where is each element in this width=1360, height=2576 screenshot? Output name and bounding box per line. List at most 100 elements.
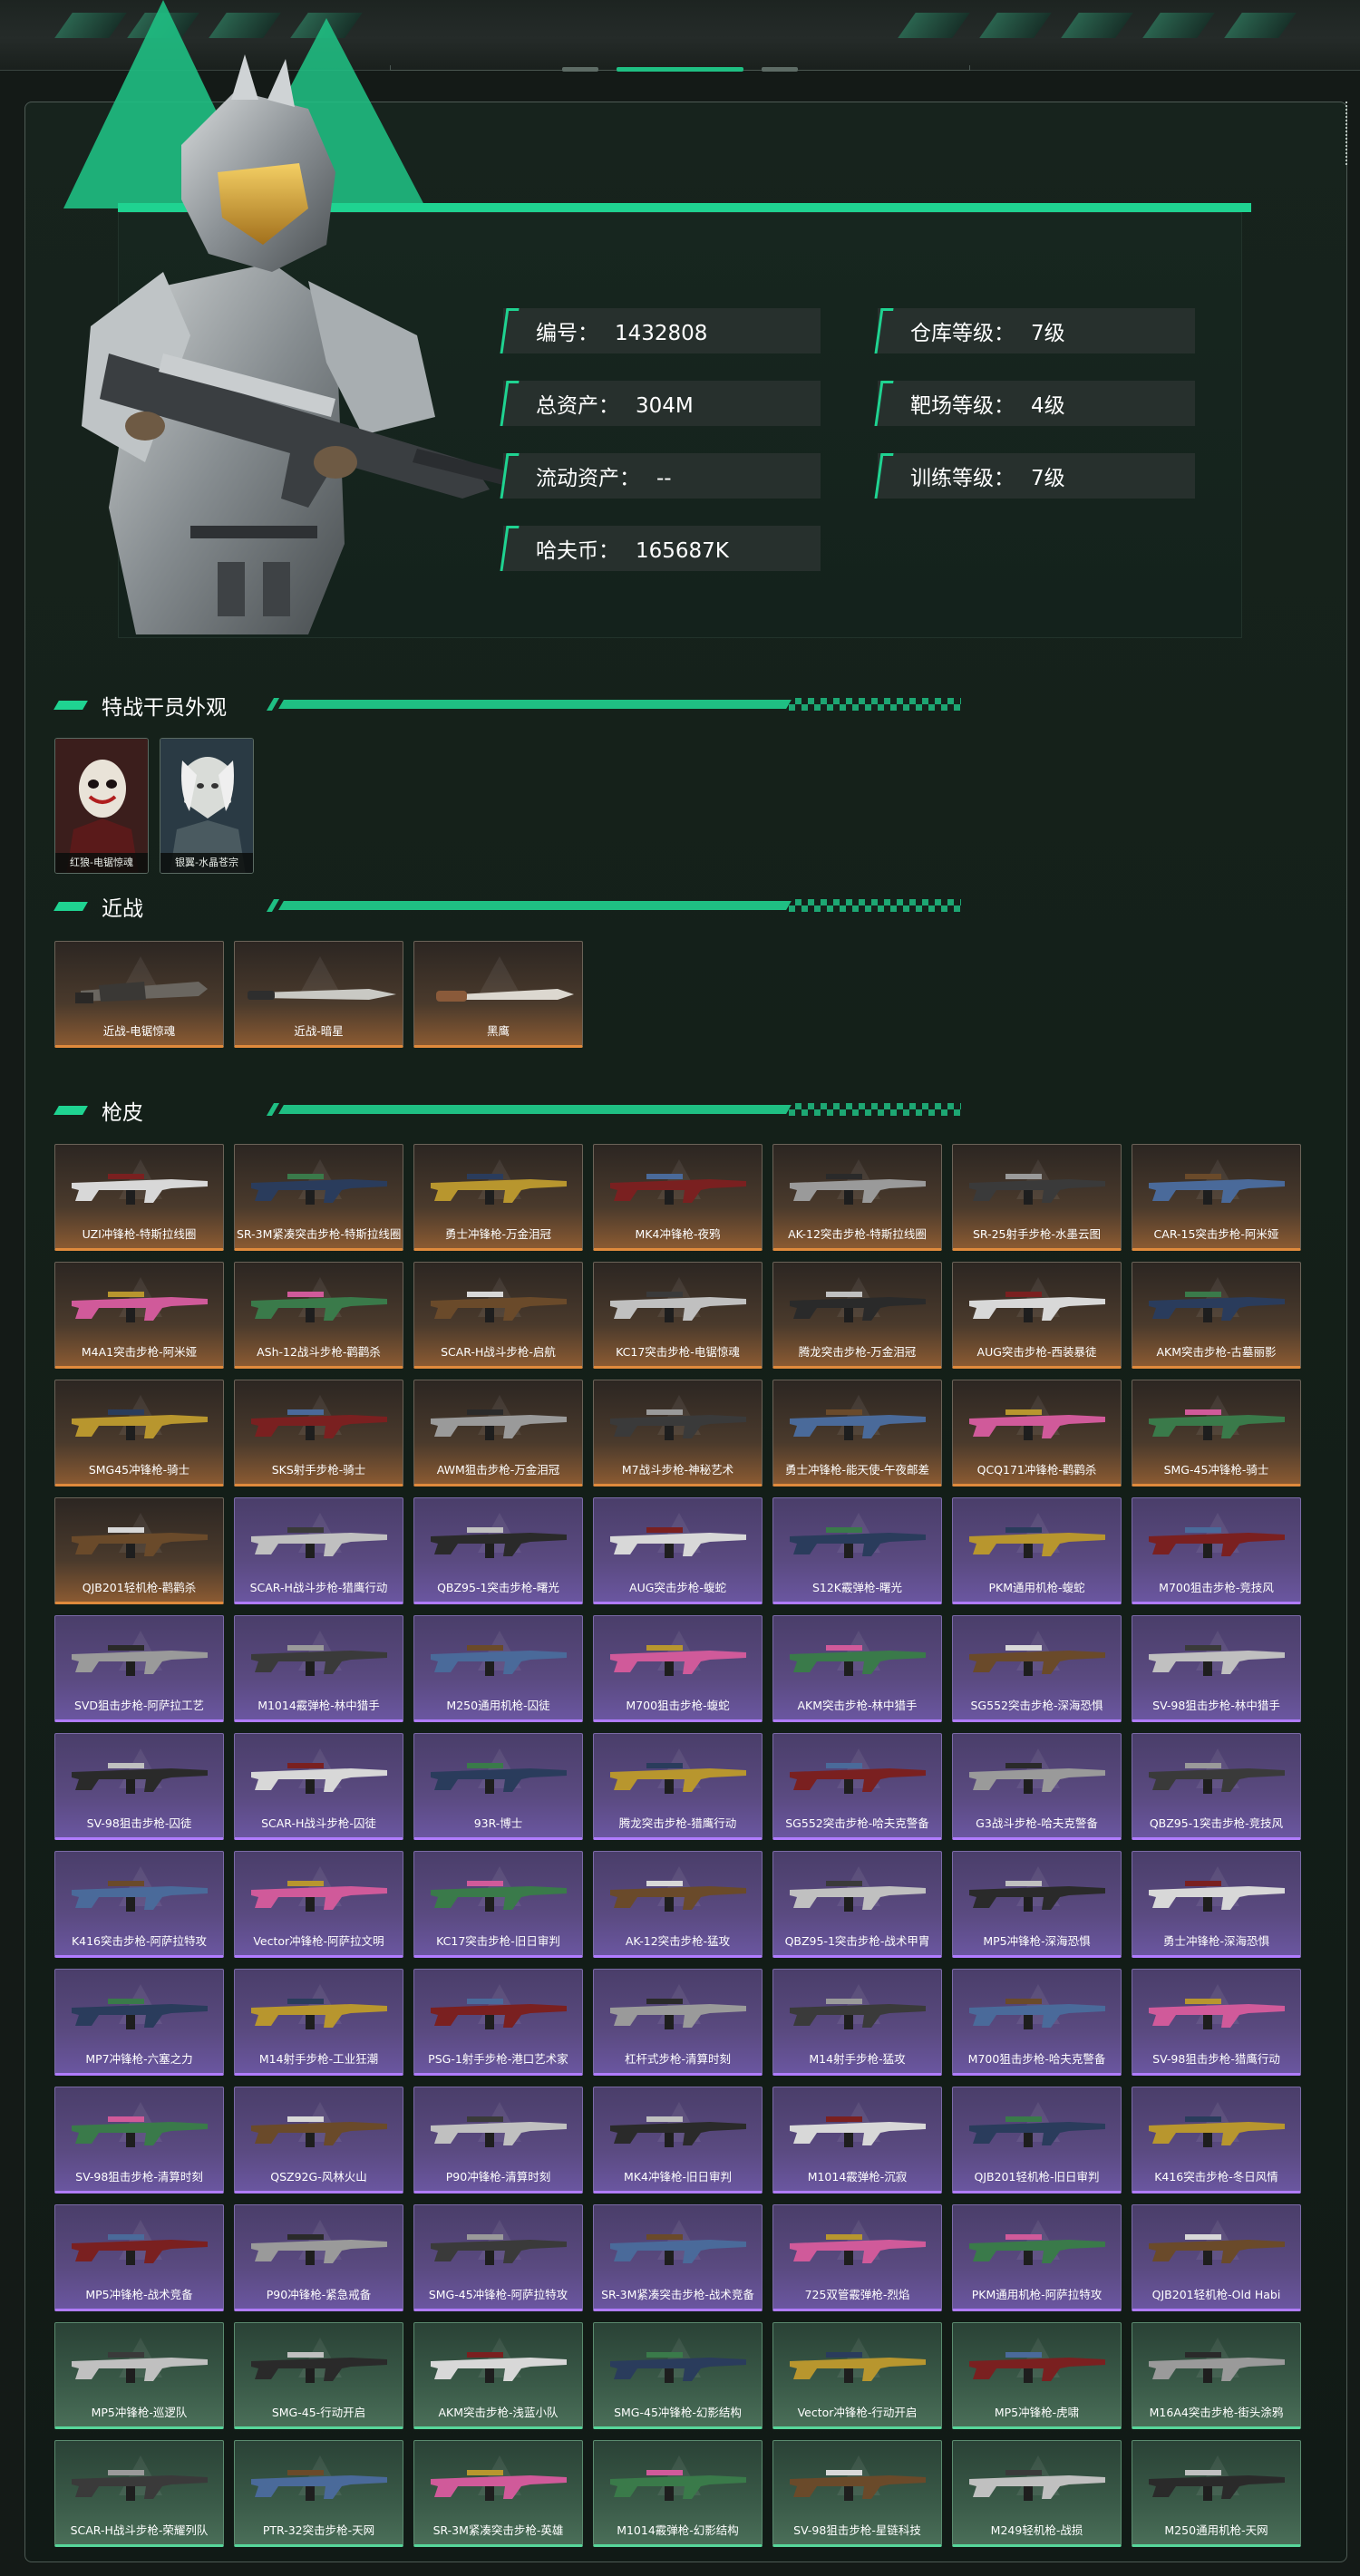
weapon-skin-card[interactable]: M700狙击步枪-蝮蛇 (593, 1615, 763, 1722)
weapon-skin-card[interactable]: 腾龙突击步枪-猎鹰行动 (593, 1733, 763, 1840)
weapon-skin-card[interactable]: 725双管霰弹枪-烈焰 (772, 2204, 942, 2311)
weapon-skin-card[interactable]: SR-3M紧凑突击步枪-英雄 (413, 2440, 583, 2547)
weapon-skin-card[interactable]: K416突击步枪-阿萨拉特攻 (54, 1851, 224, 1958)
weapon-skin-card[interactable]: M4A1突击步枪-阿米娅 (54, 1262, 224, 1369)
weapon-skin-card[interactable]: 腾龙突击步枪-万金泪冠 (772, 1262, 942, 1369)
weapon-skin-card[interactable]: KC17突击步枪-电锯惊魂 (593, 1262, 763, 1369)
weapon-skin-card[interactable]: SV-98狙击步枪-林中猎手 (1132, 1615, 1301, 1722)
weapon-skin-card[interactable]: Vector冲锋枪-行动开启 (772, 2322, 942, 2429)
weapon-skin-card[interactable]: SG552突击步枪-哈夫克警备 (772, 1733, 942, 1840)
weapon-skin-card[interactable]: SMG-45冲锋枪-阿萨拉特攻 (413, 2204, 583, 2311)
weapon-skin-card[interactable]: S12K霰弹枪-曙光 (772, 1497, 942, 1604)
weapon-skin-card[interactable]: K416突击步枪-冬日风情 (1132, 2087, 1301, 2193)
weapon-skin-card[interactable]: UZI冲锋枪-特斯拉线圈 (54, 1144, 224, 1251)
weapon-skin-card[interactable]: P90冲锋枪-紧急戒备 (234, 2204, 403, 2311)
weapon-skin-card[interactable]: MP5冲锋枪-巡逻队 (54, 2322, 224, 2429)
weapon-skin-card[interactable]: AKM突击步枪-林中猎手 (772, 1615, 942, 1722)
weapon-skin-card[interactable]: QSZ92G-风林火山 (234, 2087, 403, 2193)
weapon-skin-card[interactable]: KC17突击步枪-旧日审判 (413, 1851, 583, 1958)
weapon-skin-card[interactable]: M14射手步枪-猛攻 (772, 1969, 942, 2076)
weapon-skin-card[interactable]: QBZ95-1突击步枪-曙光 (413, 1497, 583, 1604)
weapon-skin-card[interactable]: M1014霰弹枪-幻影结构 (593, 2440, 763, 2547)
weapon-skin-card[interactable]: SKS射手步枪-骑士 (234, 1380, 403, 1487)
weapon-skin-image (969, 1999, 1105, 2029)
weapon-skin-card[interactable]: MP7冲锋枪-六塞之力 (54, 1969, 224, 2076)
weapon-skin-image (969, 2352, 1105, 2383)
weapon-skin-card[interactable]: MP5冲锋枪-虎啸 (952, 2322, 1122, 2429)
weapon-skin-card[interactable]: G3战斗步枪-哈夫克警备 (952, 1733, 1122, 1840)
weapon-skin-card[interactable]: SCAR-H战斗步枪-猎鹰行动 (234, 1497, 403, 1604)
melee-card[interactable]: 近战-电锯惊魂 (54, 941, 224, 1048)
weapon-skin-card[interactable]: SR-3M紧凑突击步枪-战术竞备 (593, 2204, 763, 2311)
weapon-skin-card[interactable]: 杠杆式步枪-清算时刻 (593, 1969, 763, 2076)
weapon-skin-card[interactable]: SMG-45冲锋枪-幻影结构 (593, 2322, 763, 2429)
weapon-skin-card[interactable]: PKM通用机枪-蝮蛇 (952, 1497, 1122, 1604)
weapon-skin-card[interactable]: SVD狙击步枪-阿萨拉工艺 (54, 1615, 224, 1722)
weapon-skin-image (1149, 1527, 1285, 1558)
weapon-skin-card[interactable]: QJB201轻机枪-鹳鹳杀 (54, 1497, 224, 1604)
melee-card[interactable]: 黑鹰 (413, 941, 583, 1048)
weapon-skin-card[interactable]: MP5冲锋枪-战术竞备 (54, 2204, 224, 2311)
weapon-skin-card[interactable]: SG552突击步枪-深海恐惧 (952, 1615, 1122, 1722)
weapon-skin-image (1149, 2470, 1285, 2501)
weapon-skin-card[interactable]: SCAR-H战斗步枪-荣耀列队 (54, 2440, 224, 2547)
weapon-skin-card[interactable]: M14射手步枪-工业狂潮 (234, 1969, 403, 2076)
weapon-skin-name: M7战斗步枪-神秘艺术 (621, 1463, 734, 1477)
weapon-skin-card[interactable]: MP5冲锋枪-深海恐惧 (952, 1851, 1122, 1958)
weapon-skin-card[interactable]: AK-12突击步枪-猛攻 (593, 1851, 763, 1958)
weapon-skin-card[interactable]: AUG突击步枪-西装暴徒 (952, 1262, 1122, 1369)
weapon-skin-card[interactable]: PKM通用机枪-阿萨拉特攻 (952, 2204, 1122, 2311)
weapon-skin-image (72, 1999, 208, 2029)
weapon-skin-card[interactable]: M250通用机枪-囚徒 (413, 1615, 583, 1722)
weapon-skin-card[interactable]: SV-98狙击步枪-囚徒 (54, 1733, 224, 1840)
weapon-skin-card[interactable]: AK-12突击步枪-特斯拉线圈 (772, 1144, 942, 1251)
weapon-skin-card[interactable]: QBZ95-1突击步枪-战术甲胄 (772, 1851, 942, 1958)
weapon-skin-card[interactable]: 勇士冲锋枪-能天使-午夜邮差 (772, 1380, 942, 1487)
operator-skin-card[interactable]: 银翼-水晶苍宗 (160, 738, 254, 874)
weapon-skin-card[interactable]: AKM突击步枪-浅蓝小队 (413, 2322, 583, 2429)
weapon-skin-card[interactable]: M250通用机枪-天网 (1132, 2440, 1301, 2547)
weapon-skin-card[interactable]: PTR-32突击步枪-天网 (234, 2440, 403, 2547)
weapon-skin-card[interactable]: M16A4突击步枪-街头涂鸦 (1132, 2322, 1301, 2429)
weapon-skin-card[interactable]: MK4冲锋枪-夜鸦 (593, 1144, 763, 1251)
weapon-skin-card[interactable]: AUG突击步枪-蝮蛇 (593, 1497, 763, 1604)
weapon-skin-card[interactable]: 勇士冲锋枪-深海恐惧 (1132, 1851, 1301, 1958)
weapon-skin-card[interactable]: QJB201轻机枪-旧日审判 (952, 2087, 1122, 2193)
weapon-skin-image (72, 2234, 208, 2265)
weapon-skin-card[interactable]: MK4冲锋枪-旧日审判 (593, 2087, 763, 2193)
weapon-skin-card[interactable]: SMG-45冲锋枪-骑士 (1132, 1380, 1301, 1487)
weapon-skin-card[interactable]: CAR-15突击步枪-阿米娅 (1132, 1144, 1301, 1251)
weapon-skin-image (610, 2116, 746, 2147)
top-stripe (979, 13, 1052, 38)
weapon-skin-card[interactable]: SR-3M紧凑突击步枪-特斯拉线圈 (234, 1144, 403, 1251)
weapon-skin-card[interactable]: SR-25射手步枪-水墨云图 (952, 1144, 1122, 1251)
weapon-skin-card[interactable]: Vector冲锋枪-阿萨拉文明 (234, 1851, 403, 1958)
weapon-skin-card[interactable]: SV-98狙击步枪-猎鹰行动 (1132, 1969, 1301, 2076)
weapon-skin-card[interactable]: ASh-12战斗步枪-鹳鹳杀 (234, 1262, 403, 1369)
operator-skin-card[interactable]: 红狼-电锯惊魂 (54, 738, 149, 874)
weapon-skin-card[interactable]: M700狙击步枪-竞技风 (1132, 1497, 1301, 1604)
weapon-skin-card[interactable]: QJB201轻机枪-Old Habi (1132, 2204, 1301, 2311)
weapon-skin-card[interactable]: SCAR-H战斗步枪-启航 (413, 1262, 583, 1369)
weapon-skin-card[interactable]: 93R-博士 (413, 1733, 583, 1840)
weapon-skin-card[interactable]: M249轻机枪-战损 (952, 2440, 1122, 2547)
weapon-skin-card[interactable]: 勇士冲锋枪-万金泪冠 (413, 1144, 583, 1251)
scroll-handle[interactable] (1345, 102, 1351, 165)
weapon-skin-card[interactable]: AKM突击步枪-古墓丽影 (1132, 1262, 1301, 1369)
weapon-skin-card[interactable]: QBZ95-1突击步枪-竞技风 (1132, 1733, 1301, 1840)
weapon-skin-card[interactable]: P90冲锋枪-清算时刻 (413, 2087, 583, 2193)
weapon-skin-card[interactable]: QCQ171冲锋枪-鹳鹳杀 (952, 1380, 1122, 1487)
weapon-skin-card[interactable]: SCAR-H战斗步枪-囚徒 (234, 1733, 403, 1840)
weapon-skin-name: 勇士冲锋枪-深海恐惧 (1162, 1934, 1269, 1948)
weapon-skin-card[interactable]: SMG45冲锋枪-骑士 (54, 1380, 224, 1487)
weapon-skin-card[interactable]: PSG-1射手步枪-港口艺术家 (413, 1969, 583, 2076)
weapon-skin-card[interactable]: M1014霰弹枪-沉寂 (772, 2087, 942, 2193)
melee-card[interactable]: 近战-暗星 (234, 941, 403, 1048)
weapon-skin-card[interactable]: SV-98狙击步枪-清算时刻 (54, 2087, 224, 2193)
weapon-skin-card[interactable]: AWM狙击步枪-万金泪冠 (413, 1380, 583, 1487)
weapon-skin-card[interactable]: SMG-45-行动开启 (234, 2322, 403, 2429)
weapon-skin-card[interactable]: SV-98狙击步枪-星链科技 (772, 2440, 942, 2547)
weapon-skin-card[interactable]: M7战斗步枪-神秘艺术 (593, 1380, 763, 1487)
weapon-skin-card[interactable]: M700狙击步枪-哈夫克警备 (952, 1969, 1122, 2076)
weapon-skin-card[interactable]: M1014霰弹枪-林中猎手 (234, 1615, 403, 1722)
